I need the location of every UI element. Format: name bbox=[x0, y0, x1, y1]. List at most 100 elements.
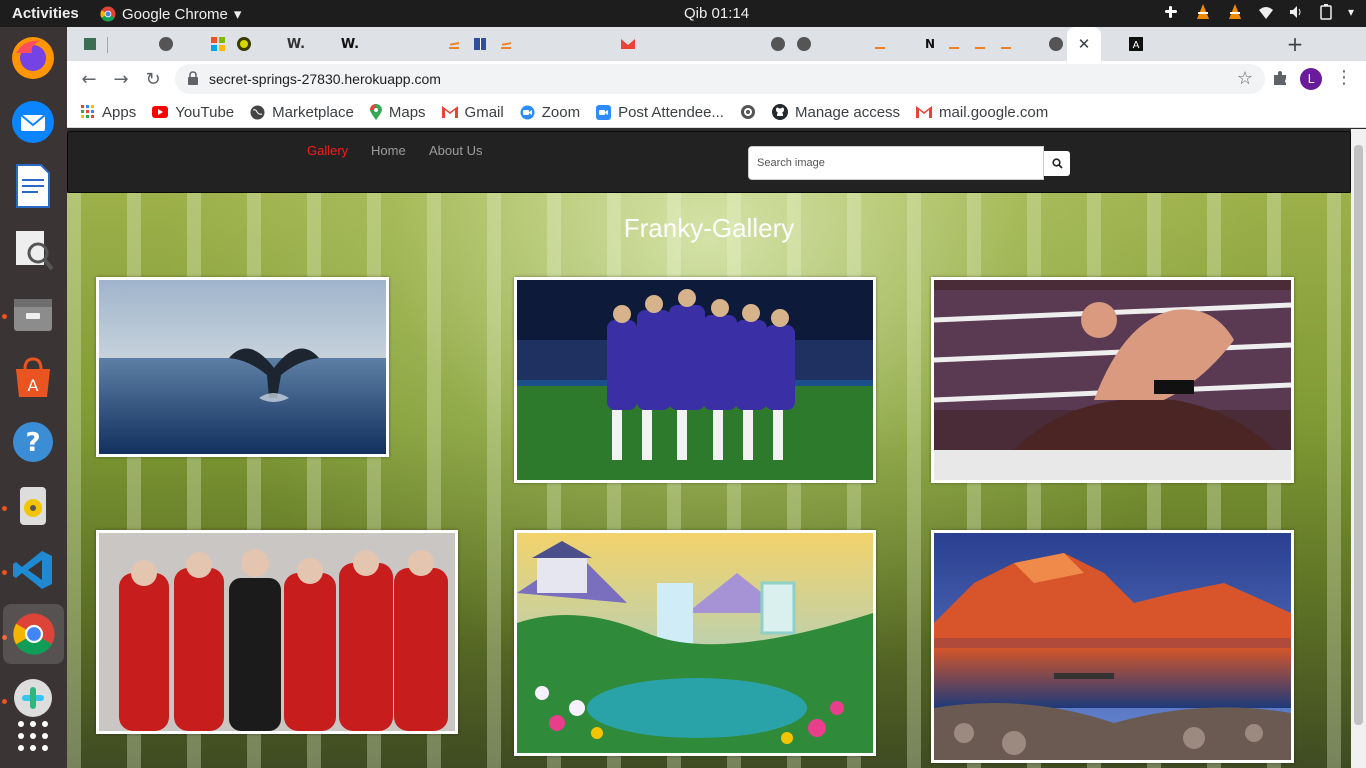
page-scrollbar[interactable] bbox=[1351, 129, 1366, 768]
nav-gallery-link[interactable]: Gallery bbox=[307, 143, 348, 158]
page-viewport: Gallery Home About Us Franky-Gallery bbox=[67, 129, 1366, 768]
vscode-icon[interactable] bbox=[8, 545, 58, 595]
running-indicator bbox=[2, 314, 7, 319]
gallery-photo-wrestling[interactable] bbox=[931, 277, 1294, 483]
help-icon[interactable]: ? bbox=[8, 417, 58, 467]
app-name: Google Chrome bbox=[122, 5, 228, 23]
chevron-down-icon: ▾ bbox=[233, 6, 242, 23]
activities-button[interactable]: Activities bbox=[12, 5, 79, 22]
bookmark-label: Post Attendee... bbox=[618, 103, 724, 121]
youtube-icon bbox=[152, 106, 169, 118]
bookmark-maps[interactable]: Maps bbox=[369, 103, 426, 121]
nav-home-link[interactable]: Home bbox=[371, 143, 406, 158]
libreoffice-writer-icon[interactable] bbox=[8, 161, 58, 211]
forward-icon[interactable]: → bbox=[109, 67, 133, 91]
bookmark-youtube[interactable]: YouTube bbox=[152, 104, 234, 121]
extensions-icon[interactable] bbox=[1271, 69, 1289, 87]
search-button[interactable] bbox=[1044, 151, 1070, 176]
bookmark-label: Manage access bbox=[794, 103, 901, 121]
tab-favicon-icon[interactable] bbox=[231, 33, 257, 55]
github-icon bbox=[771, 104, 788, 120]
system-tray[interactable]: ▾ bbox=[1162, 3, 1354, 21]
bookmark-mail-google[interactable]: mail.google.com bbox=[916, 104, 1048, 121]
bookmark-circle[interactable] bbox=[740, 104, 756, 120]
running-indicator bbox=[2, 570, 7, 575]
bookmark-apps[interactable]: Apps bbox=[81, 104, 136, 121]
microsoft-icon[interactable] bbox=[205, 33, 231, 55]
profile-avatar[interactable]: L bbox=[1300, 68, 1322, 90]
scrollbar-thumb[interactable] bbox=[1354, 145, 1363, 725]
bookmark-label: mail.google.com bbox=[939, 103, 1049, 121]
gmail-icon[interactable] bbox=[615, 33, 641, 55]
new-tab-icon[interactable]: + bbox=[1282, 32, 1308, 56]
chevron-down-icon[interactable]: ▾ bbox=[1348, 5, 1354, 19]
bookmark-post-attendee[interactable]: Post Attendee... bbox=[596, 104, 724, 121]
address-bar[interactable]: secret-springs-27830.herokuapp.com ☆ bbox=[175, 64, 1265, 94]
bookmark-zoom[interactable]: Zoom bbox=[520, 104, 580, 121]
gallery-photo-mountain-lake[interactable] bbox=[931, 530, 1294, 763]
bookmark-label: Zoom bbox=[541, 103, 581, 121]
globe-icon bbox=[250, 105, 265, 119]
gallery-photo-football[interactable] bbox=[514, 277, 876, 483]
software-center-icon[interactable]: A bbox=[8, 353, 58, 403]
firefox-icon[interactable] bbox=[8, 33, 58, 83]
system-top-bar: Activities Google Chrome ▾ Qib 01:14 ▾ bbox=[0, 0, 1366, 27]
github-icon[interactable] bbox=[765, 33, 791, 55]
tab-favicon-icon[interactable] bbox=[467, 33, 493, 55]
thunderbird-icon[interactable] bbox=[8, 97, 58, 147]
bookmark-gmail[interactable]: Gmail bbox=[441, 104, 504, 121]
back-icon[interactable]: ← bbox=[77, 67, 101, 91]
github-icon[interactable] bbox=[153, 33, 179, 55]
active-tab-close-icon[interactable]: ✕ bbox=[1067, 27, 1101, 61]
chrome-icon[interactable] bbox=[3, 604, 64, 664]
battery-icon[interactable] bbox=[1318, 4, 1334, 20]
url-text[interactable]: secret-springs-27830.herokuapp.com bbox=[209, 71, 441, 87]
stackoverflow-icon[interactable] bbox=[867, 33, 893, 55]
w-favicon-icon[interactable]: W. bbox=[337, 33, 363, 55]
nav-about-link[interactable]: About Us bbox=[429, 143, 482, 158]
vlc-icon[interactable] bbox=[1194, 3, 1212, 21]
tab-favicon-icon[interactable]: A bbox=[1123, 33, 1149, 55]
search-icon bbox=[1051, 158, 1063, 169]
rhythmbox-icon[interactable] bbox=[8, 481, 58, 531]
menu-icon[interactable]: ⋮ bbox=[1335, 67, 1353, 88]
bookmark-marketplace[interactable]: Marketplace bbox=[250, 104, 354, 121]
volume-icon[interactable] bbox=[1288, 4, 1304, 20]
bookmark-manage-access[interactable]: Manage access bbox=[771, 103, 901, 121]
app-menu[interactable]: Google Chrome ▾ bbox=[100, 5, 241, 23]
stackoverflow-icon[interactable] bbox=[441, 33, 467, 55]
clock[interactable]: Qib 01:14 bbox=[684, 5, 749, 22]
svg-text:A: A bbox=[28, 376, 39, 395]
zoom-icon bbox=[520, 105, 535, 119]
github-icon[interactable] bbox=[791, 33, 817, 55]
tab-strip: W. W. N ✕ A + bbox=[67, 27, 1366, 61]
stackoverflow-icon[interactable] bbox=[493, 33, 519, 55]
lock-icon[interactable] bbox=[187, 71, 199, 85]
svg-text:?: ? bbox=[25, 428, 40, 458]
document-viewer-icon[interactable] bbox=[8, 225, 58, 275]
bookmark-label: YouTube bbox=[175, 103, 235, 121]
notion-icon[interactable]: N bbox=[917, 33, 943, 55]
files-icon[interactable] bbox=[8, 289, 58, 339]
search-input[interactable] bbox=[748, 146, 1044, 180]
bookmark-star-icon[interactable]: ☆ bbox=[1237, 68, 1253, 89]
reload-icon[interactable]: ↻ bbox=[141, 67, 165, 91]
wifi-icon[interactable] bbox=[1258, 4, 1274, 20]
slack-icon[interactable] bbox=[1162, 3, 1180, 21]
gallery-photo-waterfall[interactable] bbox=[514, 530, 876, 756]
stackoverflow-icon[interactable] bbox=[993, 33, 1019, 55]
gmail-icon bbox=[916, 106, 933, 118]
github-icon[interactable] bbox=[1043, 33, 1069, 55]
w-favicon-icon[interactable]: W. bbox=[283, 33, 309, 55]
tab-favicon-icon[interactable] bbox=[77, 33, 103, 55]
stackoverflow-icon[interactable] bbox=[941, 33, 967, 55]
stackoverflow-icon[interactable] bbox=[967, 33, 993, 55]
bookmark-label: Apps bbox=[102, 103, 137, 121]
running-indicator bbox=[2, 699, 7, 704]
gallery-photo-whale[interactable] bbox=[96, 277, 389, 457]
gallery-photo-red-jumpsuits[interactable] bbox=[96, 530, 458, 734]
gallery-title: Franky-Gallery bbox=[623, 213, 795, 243]
show-applications-icon[interactable] bbox=[8, 711, 58, 761]
bookmark-label: Maps bbox=[388, 103, 426, 121]
vlc-icon[interactable] bbox=[1226, 3, 1244, 21]
